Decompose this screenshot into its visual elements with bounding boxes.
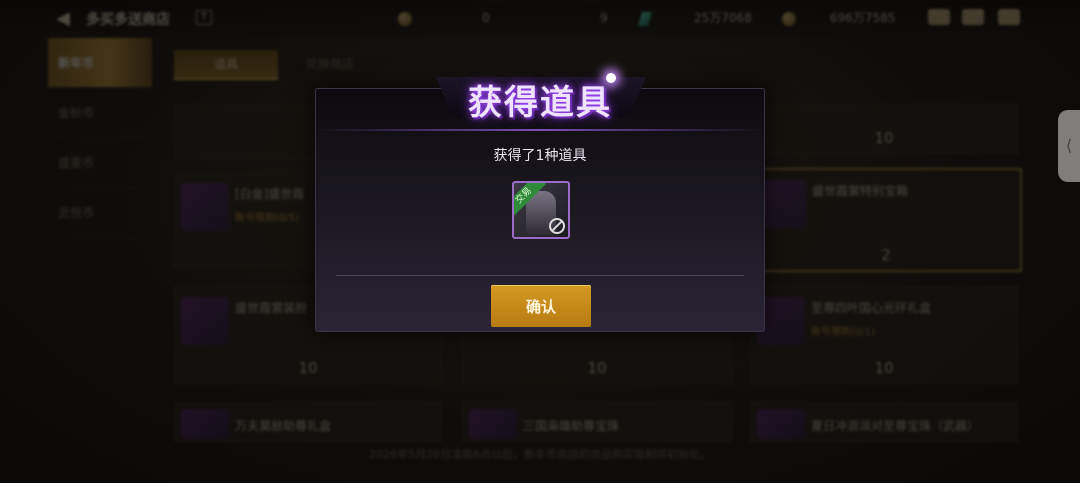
divider — [316, 129, 764, 131]
confirm-button[interactable]: 确认 — [491, 285, 591, 327]
no-bind-icon — [549, 218, 565, 234]
item-received-dialog: 获得道具 获得了1种道具 交易 确认 — [315, 77, 765, 332]
received-item-slot[interactable]: 交易 — [512, 181, 570, 239]
divider — [336, 275, 744, 276]
dialog-message: 获得了1种道具 — [493, 148, 587, 164]
screen: ◀ 多买多送商店 T 0 9 25万7068 696万7585 新年币 金秋币 … — [0, 0, 1080, 483]
sparkle-icon — [606, 73, 616, 83]
dialog-title: 获得道具 — [468, 83, 612, 123]
